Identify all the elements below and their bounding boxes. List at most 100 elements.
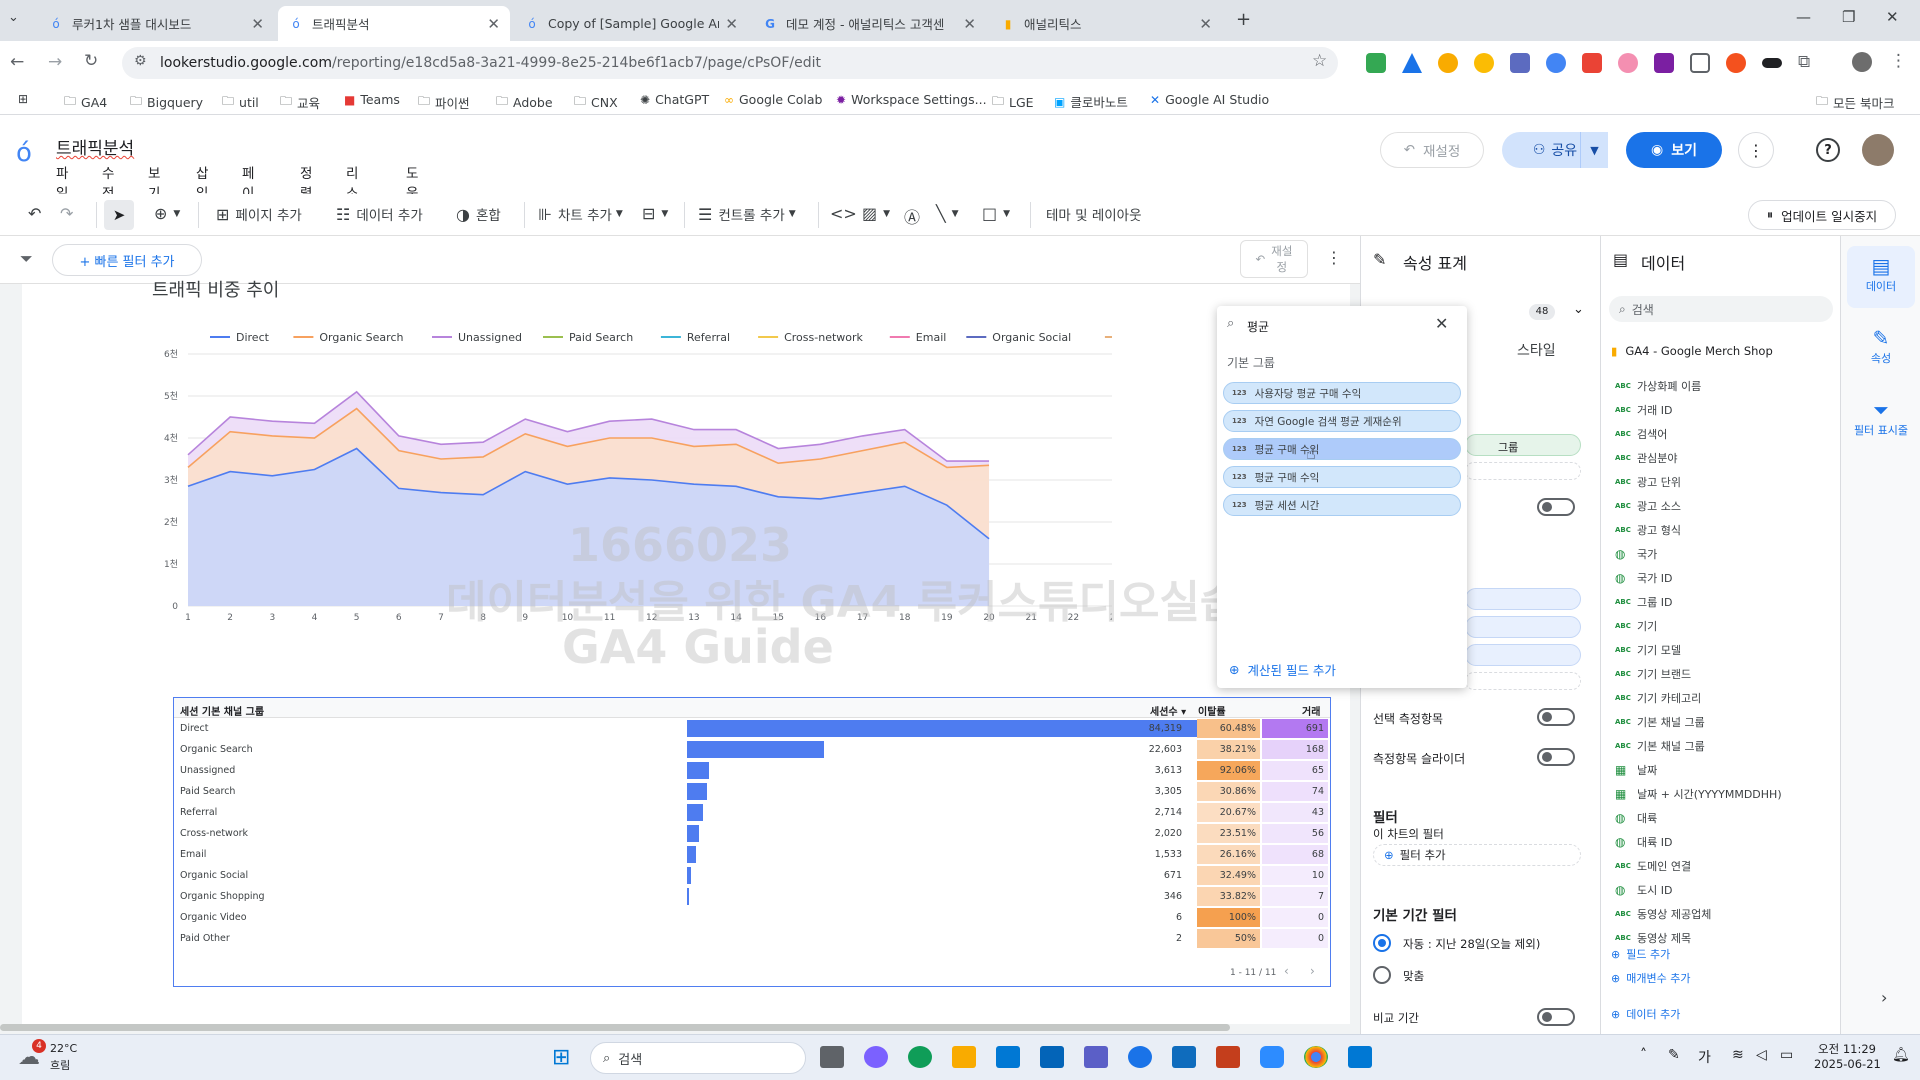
text-box-icon[interactable]: Ⓐ	[904, 204, 926, 228]
more-options-icon[interactable]: ⋮	[1738, 132, 1774, 168]
dimension-chip[interactable]: 그룹	[1465, 434, 1581, 456]
extension-icon[interactable]	[1582, 53, 1602, 73]
bookmark-clova[interactable]: ▣ 클로바노트	[1054, 92, 1128, 111]
field-item[interactable]: ABC 그룹 ID	[1615, 594, 1672, 610]
close-icon[interactable]: ✕	[251, 15, 264, 33]
wifi-icon[interactable]: ≋	[1732, 1047, 1744, 1063]
tab-analytics[interactable]: ▮ 애널리틱스 ✕	[990, 6, 1222, 41]
report-title[interactable]: 트래픽분석	[56, 134, 134, 159]
toggle-switch[interactable]	[1537, 498, 1575, 516]
field-item[interactable]: ABC 기기	[1615, 618, 1657, 634]
bookmark-chatgpt[interactable]: ✺ ChatGPT	[640, 92, 709, 107]
tab-search-icon[interactable]: ⌄	[8, 10, 19, 25]
pen-icon[interactable]: ✎	[1668, 1047, 1680, 1063]
field-item[interactable]: ◍ 국가	[1615, 546, 1657, 562]
bookmark-util[interactable]: 🗀 util	[222, 92, 259, 113]
col-header-bounce[interactable]: 이탈률	[1198, 703, 1226, 718]
edge-icon[interactable]	[908, 1046, 932, 1068]
apps-icon[interactable]: ⊞	[18, 92, 33, 106]
field-item[interactable]: ABC 기본 채널 그룹	[1615, 714, 1705, 730]
line-icon[interactable]: ╲ ▼	[936, 204, 959, 223]
add-parameter-button[interactable]: ⊕ 매개변수 추가	[1611, 970, 1690, 986]
field-item[interactable]: ABC 검색어	[1615, 426, 1667, 442]
extension-icon[interactable]	[1726, 53, 1746, 73]
undo-icon[interactable]: ↶	[28, 204, 47, 223]
filter-reset-button[interactable]: ↶ 재설 정	[1240, 240, 1308, 278]
metric-chip[interactable]	[1465, 644, 1581, 666]
rail-filter-bar[interactable]: ⏷ 필터 표시줄	[1847, 390, 1915, 452]
table-row[interactable]: Email 1,533 26.16% 68	[174, 844, 1330, 865]
extension-icon[interactable]	[1546, 53, 1566, 73]
add-data-button[interactable]: ⊕ 데이터 추가	[1611, 1006, 1680, 1022]
field-item[interactable]: ABC 광고 형식	[1615, 522, 1681, 538]
bookmark-teams[interactable]: ■ Teams	[344, 92, 400, 107]
file-explorer-icon[interactable]	[952, 1046, 976, 1068]
windows-start-icon[interactable]: ⊞	[552, 1045, 570, 1070]
table-row[interactable]: Organic Search 22,603 38.21% 168	[174, 739, 1330, 760]
close-icon[interactable]: ✕	[963, 15, 976, 33]
notepad-icon[interactable]	[1348, 1046, 1372, 1068]
field-item[interactable]: ABC 기기 브랜드	[1615, 666, 1691, 682]
bookmark-ai-studio[interactable]: ✕ Google AI Studio	[1150, 92, 1269, 107]
quick-filter-button[interactable]: + 빠른 필터 추가	[52, 244, 202, 276]
table-row[interactable]: Paid Search 3,305 30.86% 74	[174, 781, 1330, 802]
star-icon[interactable]: ☆	[1312, 51, 1327, 71]
field-item[interactable]: ▦ 날짜 + 시간(YYYYMMDDHH)	[1615, 786, 1782, 802]
image-icon[interactable]: ▨ ▼	[862, 204, 890, 223]
radio-auto[interactable]	[1373, 934, 1391, 952]
field-item[interactable]: ABC 거래 ID	[1615, 402, 1672, 418]
metric-chip[interactable]	[1465, 588, 1581, 610]
add-calculated-field[interactable]: ⊕ 계산된 필드 추가	[1229, 660, 1336, 679]
bookmark-workspace[interactable]: ✹ Workspace Settings...	[836, 92, 987, 107]
filter-icon[interactable]: ⏷	[20, 249, 33, 269]
clock-time[interactable]: 오전 11:29	[1818, 1041, 1876, 1057]
select-cursor-icon[interactable]: ➤	[104, 200, 134, 230]
add-page-button[interactable]: ⊞ 페이지 추가	[216, 204, 302, 225]
field-item[interactable]: ◍ 도시 ID	[1615, 882, 1672, 898]
table-row[interactable]: Organic Shopping 346 33.82% 7	[174, 886, 1330, 907]
add-control-button[interactable]: ☰ 컨트롤 추가 ▼	[698, 204, 796, 225]
zoom-app-icon[interactable]	[1260, 1046, 1284, 1068]
close-icon[interactable]: ✕	[725, 15, 738, 33]
chevron-right-icon[interactable]: ›	[1881, 988, 1887, 1007]
field-item[interactable]: ◍ 대륙	[1615, 810, 1657, 826]
table-row[interactable]: Unassigned 3,613 92.06% 65	[174, 760, 1330, 781]
rail-data[interactable]: ▤ 데이터	[1847, 246, 1915, 308]
field-option[interactable]: 123 자연 Google 검색 평균 게재순위	[1223, 410, 1461, 432]
chevron-down-icon[interactable]: ⌄	[1573, 302, 1584, 317]
field-search-input[interactable]: 평균	[1247, 318, 1269, 335]
bookmark-cnx[interactable]: 🗀 CNX	[574, 92, 618, 113]
data-source[interactable]: ▮ GA4 - Google Merch Shop	[1611, 344, 1773, 358]
compare-toggle[interactable]	[1537, 1008, 1575, 1026]
restore-icon[interactable]: ❐	[1842, 8, 1855, 26]
battery-icon[interactable]: ▭	[1780, 1047, 1793, 1063]
profile-avatar[interactable]	[1852, 52, 1872, 72]
field-item[interactable]: ABC 광고 소스	[1615, 498, 1681, 514]
extension-icon[interactable]	[1618, 53, 1638, 73]
metric-slider-toggle[interactable]	[1537, 748, 1575, 766]
field-item[interactable]: ABC 동영상 제공업체	[1615, 906, 1711, 922]
tab-traffic-analysis[interactable]: ό 트래픽분석 ✕	[278, 6, 510, 41]
outlook-icon[interactable]	[1040, 1046, 1064, 1068]
col-header-sessions[interactable]: 세션수 ▾	[1150, 703, 1186, 718]
all-bookmarks[interactable]: 🗀 모든 북마크	[1816, 92, 1895, 113]
close-icon[interactable]: ✕	[487, 15, 500, 33]
table-row[interactable]: Referral 2,714 20.67% 43	[174, 802, 1330, 823]
table-row[interactable]: Paid Other 2 50% 0	[174, 928, 1330, 949]
chrome-menu-icon[interactable]: ⋮	[1890, 51, 1907, 71]
field-item[interactable]: ◍ 국가 ID	[1615, 570, 1672, 586]
notification-bell-icon[interactable]: 🔔︎	[1892, 1047, 1910, 1063]
minimize-icon[interactable]: —	[1796, 8, 1811, 26]
copilot-icon[interactable]	[864, 1046, 888, 1068]
chrome-icon[interactable]	[1304, 1046, 1328, 1068]
shape-icon[interactable]: □ ▼	[982, 204, 1010, 223]
add-chart-button[interactable]: ⊪ 차트 추가 ▼	[538, 204, 623, 225]
clock-date[interactable]: 2025-06-21	[1814, 1057, 1881, 1071]
extension-icon[interactable]	[1510, 53, 1530, 73]
tab-looker-sample[interactable]: ό 루커1차 샘플 대시보드 ✕	[38, 6, 274, 41]
field-item[interactable]: ABC 기본 채널 그룹	[1615, 738, 1705, 754]
tab-copy-sample[interactable]: ό Copy of [Sample] Google Ana ✕	[514, 6, 748, 41]
field-item[interactable]: ◍ 대륙 ID	[1615, 834, 1672, 850]
embed-code-icon[interactable]: <>	[830, 204, 863, 223]
field-item[interactable]: ABC 광고 단위	[1615, 474, 1681, 490]
